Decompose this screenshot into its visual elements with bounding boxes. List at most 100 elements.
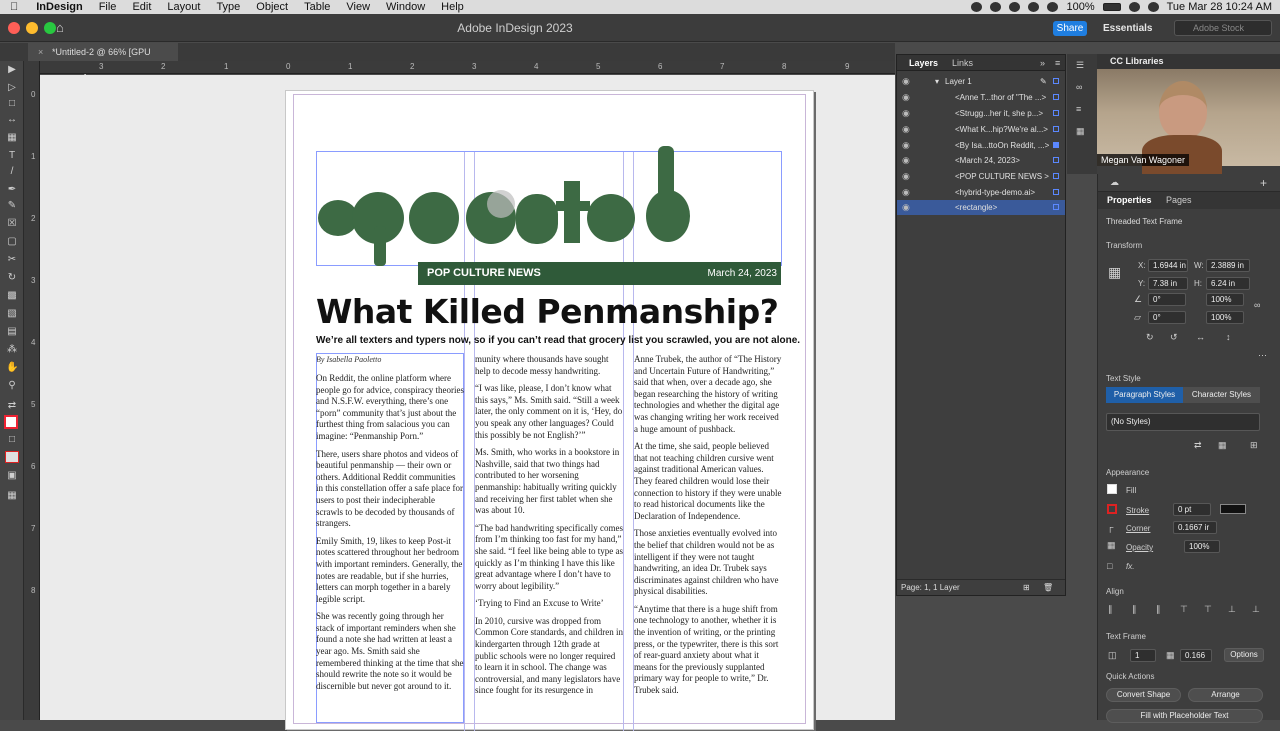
layer-row[interactable]: ◉ ▾ Layer 1 ✎ — [897, 74, 1065, 89]
trash-icon[interactable]: 🗑 — [1043, 580, 1053, 596]
menu-table[interactable]: Table — [296, 0, 338, 14]
document-tab[interactable]: × *Untitled-2 @ 66% [GPU Preview] — [28, 43, 178, 75]
new-style-icon[interactable]: ⊞ — [1250, 440, 1258, 451]
drop-shadow-icon[interactable]: □ — [1107, 561, 1112, 571]
layers-icon[interactable]: ☰ — [1076, 60, 1084, 71]
add-icon[interactable]: + — [1260, 176, 1267, 190]
search-icon[interactable] — [1128, 2, 1140, 12]
eyedropper-icon[interactable]: ⁂ — [6, 345, 18, 355]
visibility-eye-icon[interactable]: ◉ — [902, 90, 910, 105]
tab-links[interactable]: Links — [952, 55, 973, 71]
selection-square-icon[interactable] — [1053, 173, 1059, 179]
character-styles-button[interactable]: Character Styles — [1183, 387, 1260, 403]
flip-horizontal-icon[interactable]: ↔ — [1196, 332, 1205, 342]
control-center-icon[interactable] — [1147, 2, 1159, 12]
zoom-tool-icon[interactable]: ⚲ — [6, 381, 18, 391]
rotate-tool-icon[interactable]: ↻ — [6, 273, 18, 283]
line-tool-icon[interactable]: / — [6, 167, 18, 177]
selection-square-icon[interactable] — [1053, 157, 1059, 163]
menu-app-name[interactable]: InDesign — [28, 0, 90, 14]
layer-item-row[interactable]: ◉ <Strugg...her it, she p...> — [897, 106, 1065, 121]
opacity-field[interactable]: 100% — [1184, 540, 1220, 553]
vertical-ruler[interactable]: 0 1 2 3 4 5 6 7 8 — [24, 61, 40, 720]
menu-window[interactable]: Window — [378, 0, 433, 14]
share-button[interactable]: Share — [1053, 21, 1087, 36]
w-field[interactable]: 2.3889 in — [1206, 259, 1250, 272]
convert-shape-button[interactable]: Convert Shape — [1106, 688, 1181, 702]
visibility-eye-icon[interactable]: ◉ — [902, 74, 910, 89]
close-tab-icon[interactable]: × — [38, 43, 43, 61]
fx-button[interactable]: fx. — [1126, 562, 1134, 571]
stroke-swatch-icon[interactable] — [1107, 504, 1117, 514]
visibility-eye-icon[interactable]: ◉ — [902, 185, 910, 200]
align-bottom-icon[interactable]: ⊥ — [1228, 604, 1236, 615]
pop-culture-banner[interactable]: POP CULTURE NEWS March 24, 2023 — [418, 262, 781, 285]
scale-y-field[interactable]: 100% — [1206, 311, 1244, 324]
apple-menu-icon[interactable]:  — [0, 0, 28, 14]
shear-field[interactable]: 0° — [1148, 311, 1186, 324]
menu-object[interactable]: Object — [248, 0, 296, 14]
note-tool-icon[interactable]: ▤ — [6, 327, 18, 337]
disclosure-triangle-icon[interactable]: ▾ — [935, 74, 939, 89]
apply-none-icon[interactable] — [5, 451, 19, 463]
menu-file[interactable]: File — [91, 0, 125, 14]
visibility-eye-icon[interactable]: ◉ — [902, 169, 910, 184]
flip-vertical-icon[interactable]: ↕ — [1226, 332, 1231, 342]
article-headline[interactable]: What Killed Penmanship? — [316, 292, 779, 331]
pen-tool-icon[interactable]: ✒ — [6, 185, 18, 195]
arrange-button[interactable]: Arrange — [1188, 688, 1263, 702]
layer-item-row[interactable]: ◉ <What K...hip?We're al...> — [897, 122, 1065, 137]
layer-item-row[interactable]: ◉ <Anne T...thor of "The ...> — [897, 90, 1065, 105]
selection-square-icon[interactable] — [1053, 189, 1059, 195]
swatches-icon[interactable]: ▦ — [1076, 126, 1085, 137]
style-action-icon[interactable]: ▦ — [1218, 440, 1227, 451]
selection-square-icon[interactable] — [1053, 204, 1059, 210]
layer-item-row-selected[interactable]: ◉ <rectangle> — [897, 200, 1065, 215]
type-tool-icon[interactable]: T — [6, 151, 18, 161]
spoonfed-logo[interactable] — [316, 146, 696, 266]
menu-view[interactable]: View — [338, 0, 378, 14]
text-frame-options-button[interactable]: Options — [1224, 648, 1264, 662]
visibility-eye-icon[interactable]: ◉ — [902, 138, 910, 153]
x-field[interactable]: 1.6944 in — [1148, 259, 1188, 272]
rotate-field[interactable]: 0° — [1148, 293, 1186, 306]
align-top-icon[interactable]: ⊤ — [1180, 604, 1188, 615]
rectangle-tool-icon[interactable]: ▢ — [6, 237, 18, 247]
links-icon[interactable]: ∞ — [1076, 82, 1082, 92]
status-icon[interactable] — [990, 2, 1002, 12]
fill-swatch-icon[interactable] — [1107, 484, 1117, 494]
stroke-type-icon[interactable] — [1220, 504, 1246, 514]
opacity-label[interactable]: Opacity — [1126, 543, 1153, 552]
swap-colors-icon[interactable]: ⇄ — [6, 401, 18, 411]
selection-square-icon[interactable] — [1053, 110, 1059, 116]
article-column-1[interactable]: On Reddit, the online platform where peo… — [316, 373, 464, 698]
visibility-eye-icon[interactable]: ◉ — [902, 153, 910, 168]
rectangle-frame-icon[interactable]: ☒ — [6, 219, 18, 229]
rotate-cw-icon[interactable]: ↻ — [1146, 332, 1154, 343]
selection-square-icon[interactable] — [1053, 78, 1059, 84]
article-column-3[interactable]: Anne Trubek, the author of “The History … — [634, 354, 782, 703]
layer-item-row[interactable]: ◉ <POP CULTURE NEWS > — [897, 169, 1065, 184]
hand-tool-icon[interactable]: ✋ — [6, 363, 18, 373]
article-column-2[interactable]: munity where thousands have sought help … — [475, 354, 623, 703]
y-field[interactable]: 7.38 in — [1148, 277, 1188, 290]
gradient-tool-icon[interactable]: ▩ — [6, 291, 18, 301]
content-collector-icon[interactable]: ▦ — [6, 133, 18, 143]
stroke-icon[interactable]: ≡ — [1076, 104, 1081, 114]
selection-square-icon[interactable] — [1053, 126, 1059, 132]
constrain-proportions-icon[interactable]: ∞ — [1254, 300, 1260, 310]
status-icon[interactable] — [1028, 2, 1040, 12]
gap-tool-icon[interactable]: ↔ — [6, 115, 18, 125]
article-subhead[interactable]: We’re all texters and typers now, so if … — [316, 335, 800, 346]
workspace-switcher[interactable]: Essentials — [1103, 21, 1152, 36]
paragraph-styles-button[interactable]: Paragraph Styles — [1106, 387, 1183, 403]
panel-menu-icon[interactable]: ≡ — [1055, 55, 1060, 71]
document-page[interactable]: POP CULTURE NEWS March 24, 2023 What Kil… — [285, 90, 814, 731]
style-dropdown[interactable]: (No Styles) — [1106, 413, 1260, 431]
scale-x-field[interactable]: 100% — [1206, 293, 1244, 306]
page-tool-icon[interactable]: □ — [6, 99, 18, 109]
visibility-eye-icon[interactable]: ◉ — [902, 122, 910, 137]
rotate-ccw-icon[interactable]: ↺ — [1170, 332, 1178, 343]
pen-icon[interactable]: ✎ — [1040, 74, 1047, 89]
stroke-weight-field[interactable]: 0 pt — [1173, 503, 1211, 516]
